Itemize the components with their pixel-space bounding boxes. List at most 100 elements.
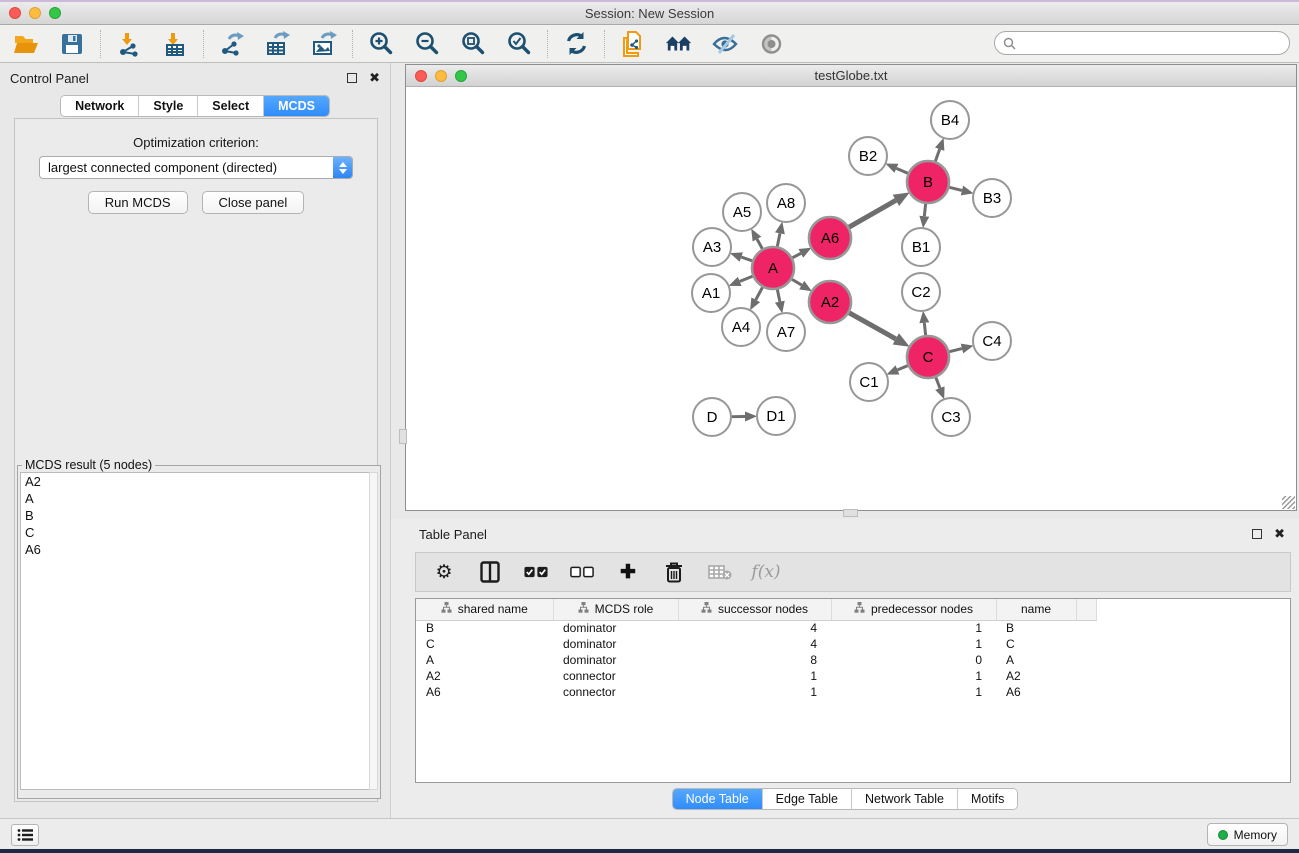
memory-button[interactable]: Memory: [1207, 823, 1288, 846]
app-titlebar: Session: New Session: [0, 2, 1299, 25]
column-header[interactable]: MCDS role: [553, 599, 678, 620]
clone-network-icon[interactable]: [619, 30, 647, 58]
apply-layout-icon[interactable]: [562, 30, 590, 58]
mcds-result-groupbox: MCDS result (5 nodes) A2ABCA6: [17, 458, 381, 799]
export-image-icon[interactable]: [310, 30, 338, 58]
unselect-all-columns-icon[interactable]: [570, 560, 594, 584]
home-view-icon[interactable]: [665, 30, 693, 58]
tab-mcds[interactable]: MCDS: [264, 96, 329, 116]
graph-edge-B-B2[interactable]: [896, 168, 907, 173]
tab-motifs[interactable]: Motifs: [958, 789, 1017, 809]
run-mcds-button[interactable]: Run MCDS: [88, 191, 188, 214]
mcds-result-item[interactable]: A: [21, 490, 371, 507]
mcds-result-title: MCDS result (5 nodes): [22, 458, 155, 472]
graph-edge-B-B3[interactable]: [949, 187, 962, 190]
graph-edge-A6-B[interactable]: [849, 200, 896, 227]
delete-column-trash-icon[interactable]: [662, 560, 686, 584]
status-bar: Memory: [0, 818, 1299, 849]
graph-node-label: C4: [982, 333, 1001, 350]
mcds-result-item[interactable]: A2: [21, 473, 371, 490]
tab-network[interactable]: Network: [61, 96, 139, 116]
zoom-fit-icon[interactable]: [459, 30, 487, 58]
close-panel-icon[interactable]: ✖: [369, 73, 380, 83]
graph-edge-C-C3[interactable]: [936, 378, 940, 389]
graph-edge-A-A2[interactable]: [792, 279, 802, 285]
network-window-title: testGlobe.txt: [406, 68, 1296, 83]
optimization-criterion-select[interactable]: largest connected component (directed): [39, 156, 353, 179]
network-canvas[interactable]: B4B2BB3A8A5A6A3B1AA1C2A2A4A7C4CC1C3DD1: [406, 87, 1296, 510]
save-session-icon[interactable]: [58, 30, 86, 58]
graph-edge-B-B4[interactable]: [935, 149, 939, 161]
graph-edge-A2-C[interactable]: [849, 313, 896, 339]
graph-node-label: A2: [821, 294, 839, 311]
close-panel-button[interactable]: Close panel: [202, 191, 305, 214]
show-eye-icon[interactable]: [757, 30, 785, 58]
tab-style[interactable]: Style: [139, 96, 198, 116]
column-header[interactable]: shared name: [416, 599, 553, 620]
close-table-panel-icon[interactable]: ✖: [1274, 529, 1285, 539]
optimization-criterion-label: Optimization criterion:: [15, 135, 377, 150]
float-table-panel-icon[interactable]: [1252, 529, 1262, 539]
graph-edge-A-A6[interactable]: [792, 253, 800, 257]
table-row[interactable]: A2connector11A2: [416, 668, 1096, 684]
hide-panels-eye-slash-icon[interactable]: [711, 30, 739, 58]
column-header[interactable]: successor nodes: [678, 599, 831, 620]
table-row[interactable]: Bdominator41B: [416, 620, 1096, 636]
function-builder-icon: f(x): [754, 560, 778, 584]
graph-edge-A-A3[interactable]: [741, 257, 752, 261]
table-settings-gear-icon[interactable]: ⚙: [432, 560, 456, 584]
search-input[interactable]: [1016, 34, 1289, 52]
column-header[interactable]: name: [996, 599, 1076, 620]
graph-edge-A-A8[interactable]: [777, 233, 780, 246]
desktop-edge-bottom: [0, 849, 1299, 853]
export-table-icon[interactable]: [264, 30, 292, 58]
graph-node-label: A5: [733, 204, 751, 221]
tab-network-table[interactable]: Network Table: [852, 789, 958, 809]
graph-node-label: B4: [941, 112, 959, 129]
zoom-in-icon[interactable]: [367, 30, 395, 58]
table-row[interactable]: A6connector11A6: [416, 684, 1096, 700]
graph-edge-A-A7[interactable]: [777, 290, 779, 302]
window-resize-grip[interactable]: [1282, 496, 1295, 509]
graph-edge-C-C2[interactable]: [924, 323, 925, 335]
mcds-result-list[interactable]: A2ABCA6: [20, 472, 372, 790]
graph-node-label: B1: [912, 239, 930, 256]
network-graph[interactable]: B4B2BB3A8A5A6A3B1AA1C2A2A4A7C4CC1C3DD1: [406, 87, 1296, 510]
zoom-selected-icon[interactable]: [505, 30, 533, 58]
graph-edge-A-A1[interactable]: [740, 276, 753, 281]
graph-node-label: C3: [941, 409, 960, 426]
table-row[interactable]: Adominator80A: [416, 652, 1096, 668]
result-list-scrollbar[interactable]: [369, 472, 378, 790]
float-panel-icon[interactable]: [347, 73, 357, 83]
tab-node-table[interactable]: Node Table: [673, 789, 763, 809]
toolbar-separator: [100, 30, 101, 58]
graph-edge-A-A4[interactable]: [756, 287, 763, 299]
tab-select[interactable]: Select: [198, 96, 264, 116]
select-all-columns-icon[interactable]: [524, 560, 548, 584]
graph-edge-C-C1[interactable]: [898, 366, 908, 370]
tab-edge-table[interactable]: Edge Table: [763, 789, 852, 809]
mcds-result-item[interactable]: A6: [21, 541, 371, 558]
graph-edge-A-A5[interactable]: [757, 239, 762, 249]
network-window-titlebar[interactable]: testGlobe.txt: [406, 65, 1296, 87]
column-type-icon: [701, 602, 712, 616]
vertical-splitter-handle[interactable]: [399, 429, 407, 444]
show-panels-list-button[interactable]: [11, 824, 39, 846]
show-columns-icon[interactable]: [478, 560, 502, 584]
mcds-result-item[interactable]: C: [21, 524, 371, 541]
open-session-icon[interactable]: [12, 30, 40, 58]
import-table-icon[interactable]: [161, 30, 189, 58]
column-header[interactable]: predecessor nodes: [831, 599, 996, 620]
graph-edge-B-B1[interactable]: [924, 204, 925, 216]
horizontal-splitter-handle[interactable]: [843, 509, 858, 517]
graph-edge-C-C4[interactable]: [949, 349, 962, 352]
table-row[interactable]: Cdominator41C: [416, 636, 1096, 652]
memory-status-dot-icon: [1218, 830, 1228, 840]
import-network-icon[interactable]: [115, 30, 143, 58]
memory-label: Memory: [1234, 828, 1277, 842]
export-network-icon[interactable]: [218, 30, 246, 58]
create-column-plus-icon[interactable]: ✚: [616, 560, 640, 584]
mcds-result-item[interactable]: B: [21, 507, 371, 524]
zoom-out-icon[interactable]: [413, 30, 441, 58]
search-field[interactable]: [994, 31, 1290, 55]
